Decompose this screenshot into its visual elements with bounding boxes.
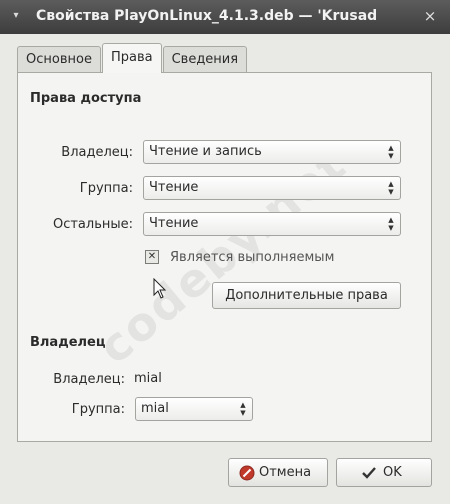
tab-permissions[interactable]: Права	[101, 43, 162, 73]
others-access-label: Остальные:	[52, 217, 133, 232]
group-access-value: Чтение	[149, 180, 199, 195]
ok-button[interactable]: OK	[336, 458, 432, 487]
spin-arrows-icon: ▲ ▼	[240, 401, 246, 417]
checkmark-icon	[362, 467, 376, 479]
executable-label: Является выполняемым	[170, 250, 335, 265]
cancel-label: Отмена	[259, 465, 312, 480]
tab-general[interactable]: Основное	[17, 46, 101, 72]
properties-window: ▾ Свойства PlayOnLinux_4.1.3.deb — 'Krus…	[0, 0, 450, 504]
title-bar[interactable]: ▾ Свойства PlayOnLinux_4.1.3.deb — 'Krus…	[0, 0, 450, 34]
group-value: mial	[141, 401, 169, 416]
tab-info[interactable]: Сведения	[162, 46, 248, 72]
owner-value: mial	[134, 371, 162, 386]
owner-access-label: Владелец:	[61, 145, 133, 160]
executable-checkbox[interactable]: ✕	[145, 250, 159, 264]
owner-label: Владелец:	[53, 372, 125, 387]
ok-label: OK	[383, 465, 402, 480]
spin-arrows-icon: ▲ ▼	[388, 216, 394, 232]
advanced-permissions-button[interactable]: Дополнительные права	[212, 282, 401, 309]
others-access-value: Чтение	[149, 216, 199, 231]
close-icon[interactable]: ×	[422, 8, 438, 24]
window-menu-icon[interactable]: ▾	[10, 10, 22, 22]
cancel-icon	[239, 465, 255, 481]
owner-access-value: Чтение и запись	[149, 144, 262, 159]
group-access-select[interactable]: Чтение ▲ ▼	[143, 176, 401, 200]
group-access-label: Группа:	[79, 181, 133, 196]
window-title: Свойства PlayOnLinux_4.1.3.deb — 'Krusad	[36, 8, 378, 24]
tab-bar: Основное Права Сведения	[17, 43, 248, 73]
spin-arrows-icon: ▲ ▼	[388, 144, 394, 160]
access-heading: Права доступа	[30, 91, 142, 106]
spin-arrows-icon: ▲ ▼	[388, 180, 394, 196]
group-label: Группа:	[71, 402, 125, 417]
group-select[interactable]: mial ▲ ▼	[135, 397, 253, 421]
mouse-pointer-icon	[153, 278, 167, 299]
cancel-button[interactable]: Отмена	[228, 458, 328, 487]
owner-access-select[interactable]: Чтение и запись ▲ ▼	[143, 140, 401, 164]
others-access-select[interactable]: Чтение ▲ ▼	[143, 212, 401, 236]
ownership-heading: Владелец	[30, 335, 106, 350]
